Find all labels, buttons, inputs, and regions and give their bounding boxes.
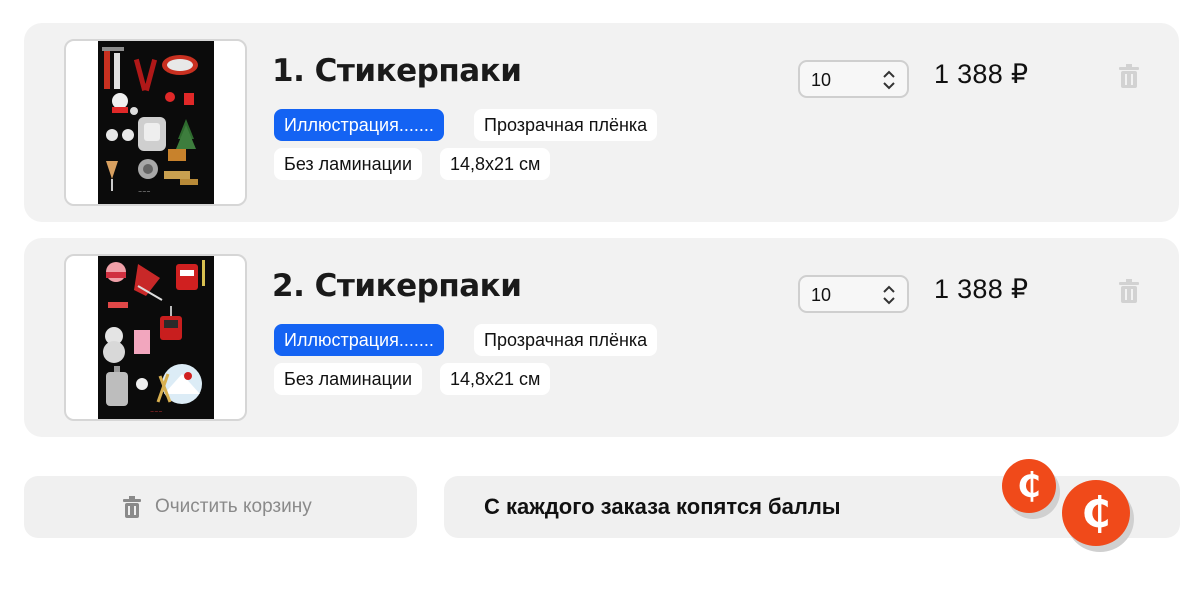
coin-glyph: ₵ bbox=[1081, 488, 1111, 537]
cart-item-1: ~~~ 1. Стикерпаки Иллюстрация....... Про… bbox=[24, 23, 1179, 222]
clear-cart-label: Очистить корзину bbox=[155, 496, 312, 517]
svg-text:~~~: ~~~ bbox=[138, 189, 151, 195]
spinner-arrows-icon[interactable] bbox=[881, 69, 897, 91]
coin-icon: ₵ bbox=[1002, 459, 1056, 513]
tag-material: Прозрачная плёнка bbox=[474, 324, 658, 356]
item-price: 1 388 ₽ bbox=[934, 274, 1029, 304]
tag-size: 14,8x21 см bbox=[440, 363, 551, 395]
coin-icon: ₵ bbox=[1062, 480, 1130, 546]
coin-glyph: ₵ bbox=[1017, 466, 1041, 506]
tag-material: Прозрачная плёнка bbox=[474, 109, 658, 141]
quantity-value: 10 bbox=[811, 285, 832, 305]
tag-lamination: Без ламинации bbox=[274, 148, 422, 180]
trash-icon[interactable] bbox=[1118, 64, 1140, 88]
trash-icon bbox=[123, 496, 141, 518]
svg-text:~~~: ~~~ bbox=[150, 409, 163, 415]
points-banner-text: С каждого заказа копятся баллы bbox=[484, 494, 841, 519]
trash-icon[interactable] bbox=[1118, 279, 1140, 303]
spinner-arrows-icon[interactable] bbox=[881, 284, 897, 306]
tag-size: 14,8x21 см bbox=[440, 148, 551, 180]
product-thumbnail[interactable]: ~~~ bbox=[64, 39, 247, 206]
product-title: 1. Стикерпаки bbox=[272, 53, 522, 89]
tag-lamination: Без ламинации bbox=[274, 363, 422, 395]
product-thumbnail[interactable]: ~~~ bbox=[64, 254, 247, 421]
cart-item-2: ~~~ 2. Стикерпаки Иллюстрация....... Про… bbox=[24, 238, 1179, 437]
quantity-stepper[interactable]: 10 bbox=[798, 275, 909, 313]
tag-illustration[interactable]: Иллюстрация....... bbox=[274, 324, 444, 356]
clear-cart-button[interactable]: Очистить корзину bbox=[24, 476, 417, 538]
tag-illustration[interactable]: Иллюстрация....... bbox=[274, 109, 444, 141]
quantity-value: 10 bbox=[811, 70, 832, 90]
sticker-sheet-image: ~~~ bbox=[98, 256, 214, 419]
item-price: 1 388 ₽ bbox=[934, 59, 1029, 89]
sticker-sheet-image: ~~~ bbox=[98, 41, 214, 204]
quantity-stepper[interactable]: 10 bbox=[798, 60, 909, 98]
product-title: 2. Стикерпаки bbox=[272, 268, 522, 304]
